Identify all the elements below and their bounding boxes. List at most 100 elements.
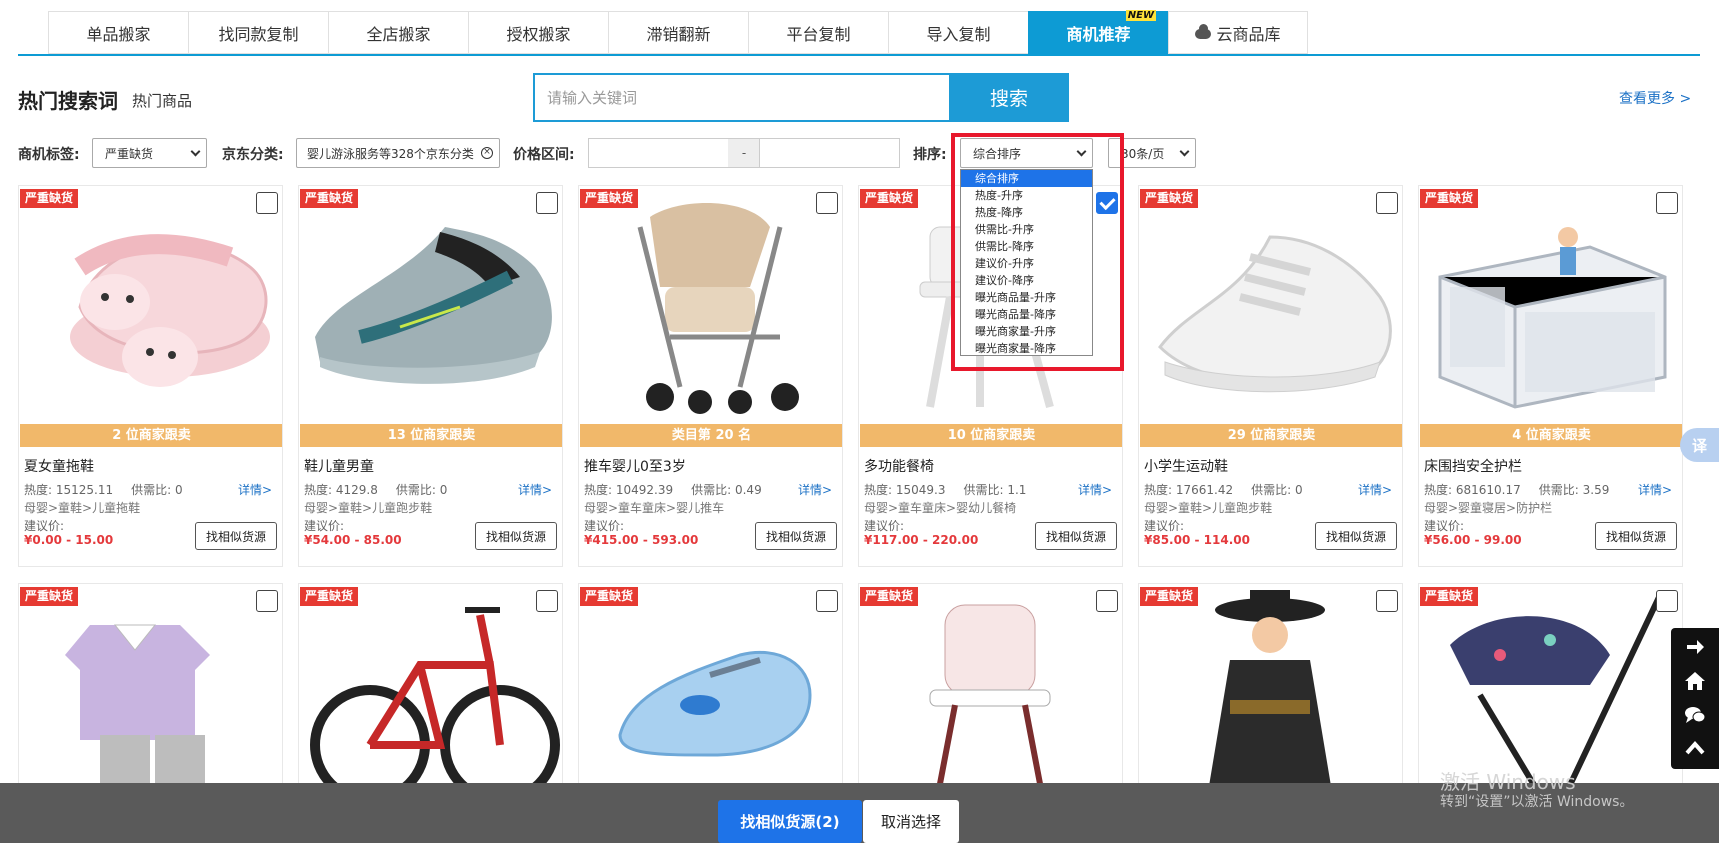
chevron-down-icon xyxy=(1179,146,1190,157)
jd-category-label: 京东分类: xyxy=(222,147,284,163)
select-checkbox[interactable] xyxy=(1096,192,1118,214)
cancel-selection-button[interactable]: 取消选择 xyxy=(863,800,959,843)
select-checkbox[interactable] xyxy=(816,590,838,612)
tab-auth-move[interactable]: 授权搬家 xyxy=(468,11,608,54)
tab-opportunity[interactable]: 商机推荐 NEW xyxy=(1028,10,1168,54)
product-card[interactable]: 严重缺货 13 位商家跟卖 鞋儿童男童 热度: 4129.8 供需比: 0 详情> 母婴>童… xyxy=(298,185,563,567)
sort-option[interactable]: 曝光商家量-升序 xyxy=(961,323,1092,340)
product-image[interactable] xyxy=(1420,187,1682,423)
seller-count-bar: 类目第 20 名 xyxy=(580,424,842,447)
product-image[interactable] xyxy=(20,187,282,423)
detail-link[interactable]: 详情> xyxy=(1078,481,1112,498)
find-similar-button[interactable]: 找相似货源 xyxy=(1035,522,1117,550)
search-button[interactable]: 搜索 xyxy=(949,73,1069,122)
status-badge: 严重缺货 xyxy=(300,587,359,606)
side-toolbar xyxy=(1671,628,1719,769)
sort-dropdown-list: 综合排序 热度-升序 热度-降序 供需比-升序 供需比-降序 建议价-升序 建议价-降序 曝光… xyxy=(960,169,1093,356)
see-more-link[interactable]: 查看更多 > xyxy=(1619,88,1691,108)
tab-platform-copy[interactable]: 平台复制 xyxy=(748,11,888,54)
tab-import-copy[interactable]: 导入复制 xyxy=(888,11,1028,54)
sort-option[interactable]: 建议价-升序 xyxy=(961,255,1092,272)
sort-option[interactable]: 供需比-降序 xyxy=(961,238,1092,255)
sort-option[interactable]: 热度-降序 xyxy=(961,204,1092,221)
find-similar-button[interactable]: 找相似货源 xyxy=(1595,522,1677,550)
jd-category-select[interactable]: 婴儿游泳服务等328个京东分类 × xyxy=(296,138,500,168)
price-min-input[interactable] xyxy=(588,138,729,168)
status-badge: 严重缺货 xyxy=(20,587,79,606)
tab-cloud-library[interactable]: 云商品库 xyxy=(1168,11,1308,54)
sort-option[interactable]: 曝光商品量-降序 xyxy=(961,306,1092,323)
tab-label: 平台复制 xyxy=(786,24,851,44)
seller-count-bar: 2 位商家跟卖 xyxy=(20,424,282,447)
sort-option[interactable]: 综合排序 xyxy=(961,170,1092,187)
select-checkbox[interactable] xyxy=(816,192,838,214)
product-image[interactable] xyxy=(300,187,562,423)
select-checkbox[interactable] xyxy=(256,590,278,612)
seller-count-bar: 29 位商家跟卖 xyxy=(1140,424,1402,447)
jd-category-value: 婴儿游泳服务等328个京东分类 xyxy=(307,146,474,161)
heat-value: 热度: 15049.3 xyxy=(864,483,946,497)
new-badge: NEW xyxy=(1125,10,1156,21)
product-card[interactable]: 严重缺货 2 位商家跟卖 夏女童拖鞋 热度: 15125.11 供需比: 0 详情> 母婴>… xyxy=(18,185,283,567)
find-similar-button[interactable]: 找相似货源 xyxy=(755,522,837,550)
tab-label: 商机推荐 xyxy=(1066,24,1131,44)
tag-select[interactable]: 严重缺货 xyxy=(92,138,207,168)
tab-label: 单品搬家 xyxy=(86,24,151,44)
hot-products-link[interactable]: 热门商品 xyxy=(132,90,192,111)
detail-link[interactable]: 详情> xyxy=(238,481,272,498)
find-similar-source-button[interactable]: 找相似货源(2) xyxy=(718,800,862,843)
chat-icon[interactable] xyxy=(1684,704,1706,726)
search-input[interactable]: 请输入关键词 xyxy=(533,73,950,122)
sort-label: 排序: xyxy=(913,147,947,163)
home-icon[interactable] xyxy=(1684,670,1706,692)
tab-single-move[interactable]: 单品搬家 xyxy=(48,11,188,54)
tab-renew[interactable]: 滞销翻新 xyxy=(608,11,748,54)
page-size-select[interactable]: 30条/页 xyxy=(1108,138,1196,168)
select-checkbox[interactable] xyxy=(536,192,558,214)
find-similar-button[interactable]: 找相似货源 xyxy=(1315,522,1397,550)
select-checkbox[interactable] xyxy=(1656,192,1678,214)
product-name[interactable]: 鞋儿童男童 xyxy=(304,456,374,476)
select-checkbox[interactable] xyxy=(1656,590,1678,612)
product-card[interactable]: 严重缺货 类目第 20 名推车婴儿0至3岁 热度: 10492.39 供需比: 0.4… xyxy=(578,185,843,567)
arrow-right-icon[interactable] xyxy=(1684,636,1706,658)
product-image[interactable] xyxy=(1140,187,1402,423)
cloud-icon xyxy=(1195,23,1212,39)
sort-option[interactable]: 建议价-降序 xyxy=(961,272,1092,289)
product-name[interactable]: 夏女童拖鞋 xyxy=(24,456,94,476)
windows-activate-hint: 转到“设置”以激活 Windows。 xyxy=(1440,794,1634,810)
detail-link[interactable]: 详情> xyxy=(1358,481,1392,498)
product-name[interactable]: 床围挡安全护栏 xyxy=(1424,456,1522,476)
select-checkbox[interactable] xyxy=(536,590,558,612)
detail-link[interactable]: 详情> xyxy=(518,481,552,498)
product-name[interactable]: 小学生运动鞋 xyxy=(1144,456,1228,476)
translate-button[interactable]: 译 xyxy=(1680,428,1719,462)
select-checkbox[interactable] xyxy=(256,192,278,214)
find-similar-button[interactable]: 找相似货源 xyxy=(195,522,277,550)
sort-option[interactable]: 热度-升序 xyxy=(961,187,1092,204)
product-image[interactable] xyxy=(580,187,842,423)
chevron-up-icon[interactable] xyxy=(1684,738,1706,760)
price-max-input[interactable] xyxy=(759,138,900,168)
select-checkbox[interactable] xyxy=(1096,590,1118,612)
find-similar-button[interactable]: 找相似货源 xyxy=(475,522,557,550)
product-card[interactable]: 严重缺货 4 位商家跟卖 床围挡安全护栏 热度: 681610.17 供需比: 3.59… xyxy=(1418,185,1683,567)
sort-select[interactable]: 综合排序 xyxy=(960,138,1093,168)
product-name[interactable]: 推车婴儿0至3岁 xyxy=(584,456,686,476)
select-checkbox[interactable] xyxy=(1376,192,1398,214)
product-card[interactable]: 严重缺货 29 位商家跟卖 小学生运动鞋 热度: 17661.42 供需比: 0 详情> 母… xyxy=(1138,185,1403,567)
sort-option[interactable]: 曝光商品量-升序 xyxy=(961,289,1092,306)
detail-link[interactable]: 详情> xyxy=(798,481,832,498)
tab-label: 导入复制 xyxy=(926,24,991,44)
tab-find-same[interactable]: 找同款复制 xyxy=(188,11,328,54)
product-name[interactable]: 多功能餐椅 xyxy=(864,456,934,476)
sort-option[interactable]: 曝光商家量-降序 xyxy=(961,340,1092,357)
detail-link[interactable]: 详情> xyxy=(1638,481,1672,498)
supply-ratio-value: 供需比: 0.49 xyxy=(691,483,762,497)
clear-icon[interactable]: × xyxy=(481,147,493,159)
tab-whole-shop[interactable]: 全店搬家 xyxy=(328,11,468,54)
sort-option[interactable]: 供需比-升序 xyxy=(961,221,1092,238)
category-path: 母婴>童鞋>儿童跑步鞋 xyxy=(304,501,433,515)
select-checkbox[interactable] xyxy=(1376,590,1398,612)
price-label: 建议价: xyxy=(1144,519,1185,533)
